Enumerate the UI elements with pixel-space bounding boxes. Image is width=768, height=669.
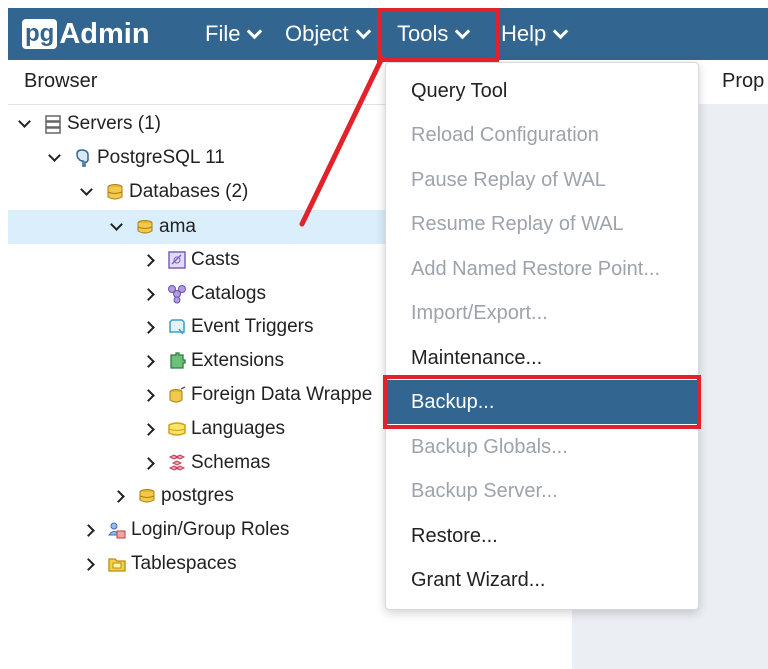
annotation-pointer-line <box>299 55 385 227</box>
